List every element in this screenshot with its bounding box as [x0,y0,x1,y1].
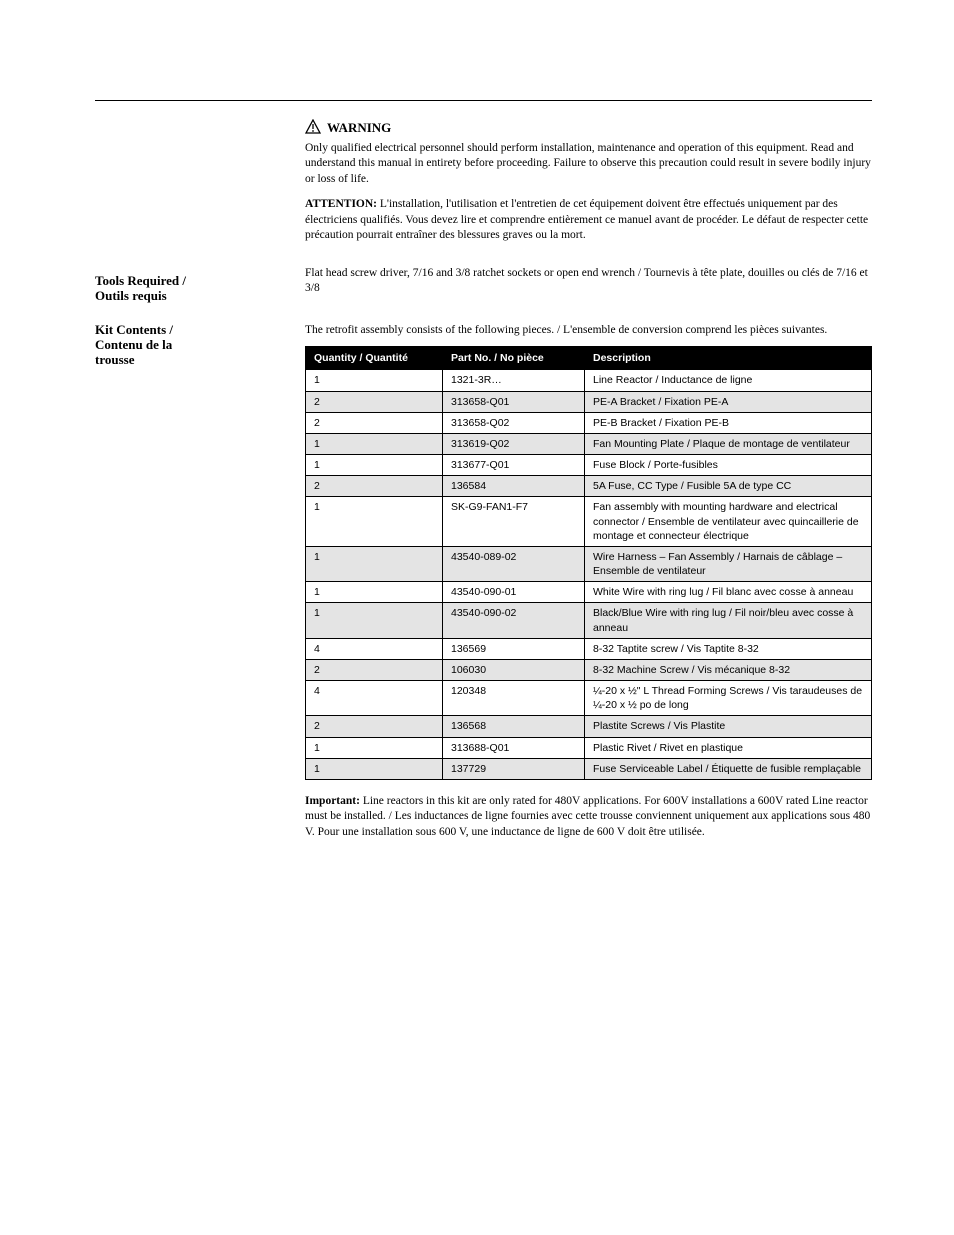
cell-qty: 1 [306,497,443,547]
warning-text-fr: L'installation, l'utilisation et l'entre… [305,198,868,241]
cell-qty: 4 [306,638,443,659]
cell-desc: Fan Mounting Plate / Plaque de montage d… [585,433,872,454]
cell-qty: 1 [306,603,443,638]
cell-part: 120348 [443,681,585,716]
cell-qty: 2 [306,476,443,497]
cell-qty: 2 [306,391,443,412]
cell-qty: 2 [306,412,443,433]
cell-part: 313658-Q01 [443,391,585,412]
table-row: 2313658-Q01PE-A Bracket / Fixation PE-A [306,391,872,412]
cell-qty: 1 [306,758,443,779]
table-row: 143540-090-01White Wire with ring lug / … [306,582,872,603]
cell-desc: ¼-20 x ½" L Thread Forming Screws / Vis … [585,681,872,716]
table-row: 1313619-Q02Fan Mounting Plate / Plaque d… [306,433,872,454]
important-note: Important: Line reactors in this kit are… [305,794,872,841]
table-row: 41365698-32 Taptite screw / Vis Taptite … [306,638,872,659]
cell-qty: 1 [306,546,443,581]
tools-label: Tools Required / Outils requis [95,274,305,304]
table-row: 11321-3R…Line Reactor / Inductance de li… [306,370,872,391]
parts-table-body: 11321-3R…Line Reactor / Inductance de li… [306,370,872,780]
cell-part: 313619-Q02 [443,433,585,454]
warning-label: WARNING [327,119,391,137]
kit-label: Kit Contents / Contenu de la trousse [95,323,305,368]
tools-block: Flat head screw driver, 7/16 and 3/8 rat… [305,266,872,297]
cell-desc: 5A Fuse, CC Type / Fusible 5A de type CC [585,476,872,497]
table-row: 21060308-32 Machine Screw / Vis mécaniqu… [306,659,872,680]
table-row: 21365845A Fuse, CC Type / Fusible 5A de … [306,476,872,497]
warning-heading: WARNING [305,119,872,137]
kit-label-line3: trousse [95,353,293,368]
table-row: 1SK-G9-FAN1-F7Fan assembly with mounting… [306,497,872,547]
cell-part: SK-G9-FAN1-F7 [443,497,585,547]
important-label: Important: [305,795,360,807]
cell-desc: Plastic Rivet / Rivet en plastique [585,737,872,758]
cell-part: 313677-Q01 [443,455,585,476]
cell-desc: Line Reactor / Inductance de ligne [585,370,872,391]
cell-qty: 1 [306,433,443,454]
cell-part: 106030 [443,659,585,680]
kit-label-line1: Kit Contents / [95,323,293,338]
table-row: 1137729Fuse Serviceable Label / Étiquett… [306,758,872,779]
tools-label-line1: Tools Required / [95,274,293,289]
kit-label-line2: Contenu de la [95,338,293,353]
tools-text: Flat head screw driver, 7/16 and 3/8 rat… [305,266,872,297]
th-desc: Description [585,347,872,370]
cell-part: 43540-090-01 [443,582,585,603]
cell-part: 136584 [443,476,585,497]
cell-qty: 1 [306,737,443,758]
cell-desc: Fuse Block / Porte-fusibles [585,455,872,476]
tools-label-line2: Outils requis [95,289,293,304]
cell-desc: Fan assembly with mounting hardware and … [585,497,872,547]
cell-desc: 8-32 Taptite screw / Vis Taptite 8-32 [585,638,872,659]
cell-qty: 2 [306,716,443,737]
cell-desc: Black/Blue Wire with ring lug / Fil noir… [585,603,872,638]
table-row: 2136568Plastite Screws / Vis Plastite [306,716,872,737]
warning-left-empty [95,119,305,120]
table-header-row: Quantity / Quantité Part No. / No pièce … [306,347,872,370]
table-row: 4120348¼-20 x ½" L Thread Forming Screws… [306,681,872,716]
cell-part: 43540-090-02 [443,603,585,638]
warning-block: WARNING Only qualified electrical person… [305,119,872,244]
warning-text-en: Only qualified electrical personnel shou… [305,141,872,188]
warning-fr: ATTENTION: L'installation, l'utilisation… [305,197,872,244]
cell-part: 1321-3R… [443,370,585,391]
table-row: 2313658-Q02PE-B Bracket / Fixation PE-B [306,412,872,433]
cell-qty: 4 [306,681,443,716]
cell-desc: Fuse Serviceable Label / Étiquette de fu… [585,758,872,779]
cell-desc: Plastite Screws / Vis Plastite [585,716,872,737]
cell-desc: PE-B Bracket / Fixation PE-B [585,412,872,433]
cell-desc: Wire Harness – Fan Assembly / Harnais de… [585,546,872,581]
page-top-rule [95,100,872,101]
parts-table: Quantity / Quantité Part No. / No pièce … [305,346,872,780]
table-row: 143540-089-02Wire Harness – Fan Assembly… [306,546,872,581]
cell-part: 136568 [443,716,585,737]
table-row: 143540-090-02Black/Blue Wire with ring l… [306,603,872,638]
cell-part: 137729 [443,758,585,779]
cell-part: 136569 [443,638,585,659]
table-row: 1313688-Q01Plastic Rivet / Rivet en plas… [306,737,872,758]
cell-desc: PE-A Bracket / Fixation PE-A [585,391,872,412]
th-part: Part No. / No pièce [443,347,585,370]
warning-triangle-icon [305,119,321,134]
cell-part: 43540-089-02 [443,546,585,581]
cell-desc: White Wire with ring lug / Fil blanc ave… [585,582,872,603]
cell-qty: 1 [306,455,443,476]
cell-qty: 1 [306,370,443,391]
important-text: Line reactors in this kit are only rated… [305,795,870,838]
th-qty: Quantity / Quantité [306,347,443,370]
kit-intro: The retrofit assembly consists of the fo… [305,323,872,339]
cell-qty: 2 [306,659,443,680]
table-row: 1313677-Q01Fuse Block / Porte-fusibles [306,455,872,476]
cell-part: 313658-Q02 [443,412,585,433]
cell-part: 313688-Q01 [443,737,585,758]
cell-qty: 1 [306,582,443,603]
kit-block: The retrofit assembly consists of the fo… [305,323,872,841]
cell-desc: 8-32 Machine Screw / Vis mécanique 8-32 [585,659,872,680]
warning-label-fr: ATTENTION: [305,198,377,210]
